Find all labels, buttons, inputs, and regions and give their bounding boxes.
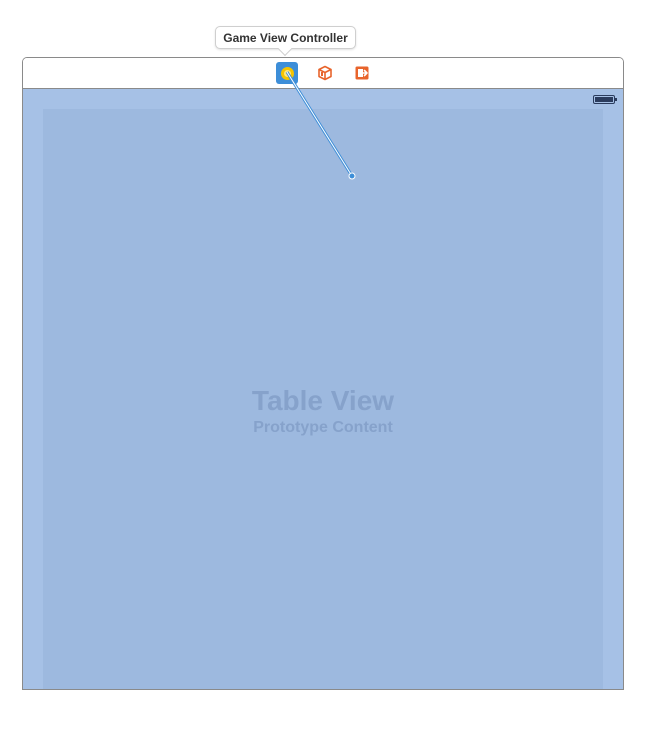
root-view[interactable]: Table View Prototype Content [23, 89, 623, 689]
first-responder-icon[interactable] [314, 62, 336, 84]
scene-dock [23, 58, 623, 89]
cube-icon [318, 65, 332, 81]
table-view[interactable]: Table View Prototype Content [43, 109, 603, 689]
exit-icon[interactable] [351, 62, 373, 84]
table-view-title: Table View [251, 385, 395, 416]
storyboard-canvas: Game View Controller Table View Prototyp… [0, 0, 654, 741]
table-view-subtitle: Prototype Content [253, 419, 393, 436]
battery-icon [593, 95, 617, 104]
exit-arrow-icon [355, 66, 369, 80]
view-controller-icon[interactable] [276, 62, 298, 84]
view-controller-ring-icon [280, 66, 294, 80]
scene-frame[interactable]: Table View Prototype Content [22, 57, 624, 690]
